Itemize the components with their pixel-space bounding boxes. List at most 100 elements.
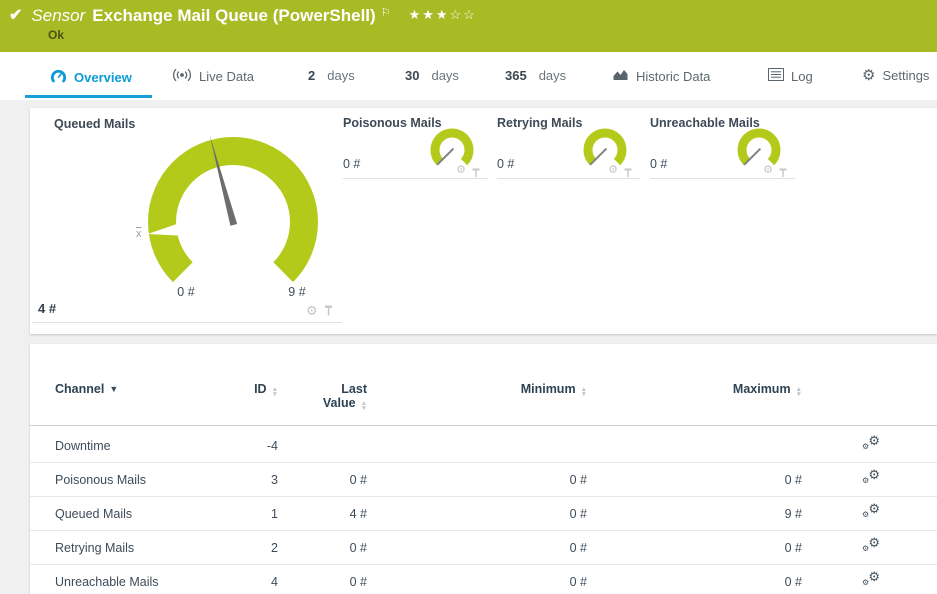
table-row-unreachable-mails: Unreachable Mails 4 0 # 0 # 0 # ⚙⚙ [30,565,937,594]
active-tab-underline [25,95,152,98]
tab-label: Overview [74,70,132,85]
tab-label: days [431,68,458,83]
object-kind-label: Sensor [31,5,85,27]
channel-settings-icon[interactable]: ⚙⚙ [862,504,880,521]
channel-settings-icon[interactable]: ⚙⚙ [862,470,880,487]
tab-live-data[interactable]: Live Data [172,68,254,85]
channel-settings-icon[interactable]: ⚙⚙ [862,538,880,555]
pin-icon[interactable] [624,165,632,183]
channel-id: 1 [235,507,278,521]
tab-2-days[interactable]: 2 days [308,68,355,83]
channel-name-link[interactable]: Downtime [55,439,235,453]
channel-name-link[interactable]: Poisonous Mails [55,473,235,487]
mini-gauge-poisonous-mails: Poisonous Mails 0 # ⚙ [343,108,488,179]
tab-bar: Overview Live Data 2days 30days 365days … [0,52,937,100]
channel-maximum: 9 # [587,507,802,521]
column-header-minimum[interactable]: Minimum▲▼ [367,374,587,411]
tab-number: 2 [308,68,315,83]
tab-label: days [539,68,566,83]
tab-label: Live Data [199,69,254,84]
channel-last-value: 0 # [278,541,367,555]
pin-icon[interactable] [324,304,333,322]
status-ok-check-icon: ✔ [9,5,22,27]
priority-stars[interactable]: ★★★☆☆ [409,7,477,23]
channel-name-link[interactable]: Retrying Mails [55,541,235,555]
sensor-header: ✔ Sensor Exchange Mail Queue (PowerShell… [0,0,937,52]
channel-id: 3 [235,473,278,487]
pin-icon[interactable] [472,165,480,183]
channel-last-value: 4 # [278,507,367,521]
gauge-settings-gear-icon[interactable]: ⚙ [763,165,773,176]
average-marker-label: x [136,228,142,240]
mini-gauge-value: 0 # [343,157,360,171]
column-label: Maximum [733,382,791,396]
channel-id: -4 [235,439,278,453]
mini-gauge-value: 0 # [650,157,667,171]
tab-label: Settings [882,68,929,83]
column-header-channel[interactable]: Channel▼ [55,374,235,411]
column-label: Value [323,396,356,410]
gauges-panel: Queued Mails x 0 # 9 # 4 # ⚙ Poisonous M… [30,108,937,334]
channel-id: 4 [235,575,278,589]
gauge-min-label: 0 # [156,285,216,299]
column-label: Channel [55,382,104,396]
channel-last-value: 0 # [278,473,367,487]
channel-minimum: 0 # [367,507,587,521]
channel-settings-icon[interactable]: ⚙⚙ [862,436,880,453]
table-header-row: Channel▼ ID▲▼ LastValue▲▼ Minimum▲▼ Maxi… [30,374,937,411]
gear-icon: ⚙ [862,68,875,83]
channel-id: 2 [235,541,278,555]
table-row-retrying-mails: Retrying Mails 2 0 # 0 # 0 # ⚙⚙ [30,531,937,565]
channel-name-link[interactable]: Queued Mails [55,507,235,521]
gauge-icon [50,68,67,87]
gauge-current-value: 4 # [38,301,56,316]
table-row-poisonous-mails: Poisonous Mails 3 0 # 0 # 0 # ⚙⚙ [30,463,937,497]
area-chart-icon [612,68,629,84]
column-label: ID [254,382,267,396]
column-header-maximum[interactable]: Maximum▲▼ [587,374,802,411]
mini-gauge-title: Retrying Mails [497,116,582,130]
page-title: Exchange Mail Queue (PowerShell) [92,5,375,27]
tab-historic-data[interactable]: Historic Data [612,68,710,84]
channel-minimum: 0 # [367,541,587,555]
column-header-last-value[interactable]: LastValue▲▼ [278,374,367,411]
column-header-id[interactable]: ID▲▼ [235,374,278,411]
channels-table-panel: Channel▼ ID▲▼ LastValue▲▼ Minimum▲▼ Maxi… [30,344,937,594]
tab-label: Log [791,69,813,84]
status-badge: Ok [48,28,64,42]
gauge-settings-gear-icon[interactable]: ⚙ [608,165,618,176]
pin-icon[interactable] [779,165,787,183]
column-label: Last [341,382,367,396]
tab-log[interactable]: Log [768,68,813,84]
channel-name-link[interactable]: Unreachable Mails [55,575,235,589]
tab-label: days [327,68,354,83]
tab-365-days[interactable]: 365 days [505,68,566,83]
mini-gauge-value: 0 # [497,157,514,171]
gauge-max-label: 9 # [267,285,327,299]
tab-30-days[interactable]: 30 days [405,68,459,83]
gauge-settings-gear-icon[interactable]: ⚙ [456,165,466,176]
table-row-queued-mails: Queued Mails 1 4 # 0 # 9 # ⚙⚙ [30,497,937,531]
tab-settings[interactable]: ⚙ Settings [862,68,929,83]
channel-maximum: 0 # [587,541,802,555]
log-list-icon [768,68,784,84]
table-row-downtime: Downtime -4 ⚙⚙ [30,429,937,463]
table-rows: Downtime -4 ⚙⚙ Poisonous Mails 3 0 # 0 #… [30,429,937,594]
prtg-sensor-page: ✔ Sensor Exchange Mail Queue (PowerShell… [0,0,937,594]
tab-number: 365 [505,68,527,83]
channel-maximum: 0 # [587,473,802,487]
tab-number: 30 [405,68,419,83]
mini-gauge-retrying-mails: Retrying Mails 0 # ⚙ [497,108,640,179]
gauge-settings-gear-icon[interactable]: ⚙ [306,304,318,317]
channel-minimum: 0 # [367,575,587,589]
tab-overview[interactable]: Overview [50,68,132,87]
mini-gauge-unreachable-mails: Unreachable Mails 0 # ⚙ [650,108,795,179]
column-label: Minimum [521,382,576,396]
channel-settings-icon[interactable]: ⚙⚙ [862,572,880,589]
channel-last-value: 0 # [278,575,367,589]
flag-icon[interactable]: ⚐ [381,6,391,20]
table-header-divider [30,425,937,426]
stars-empty: ☆☆ [450,7,477,22]
channel-minimum: 0 # [367,473,587,487]
gauge-block-divider [32,322,342,323]
